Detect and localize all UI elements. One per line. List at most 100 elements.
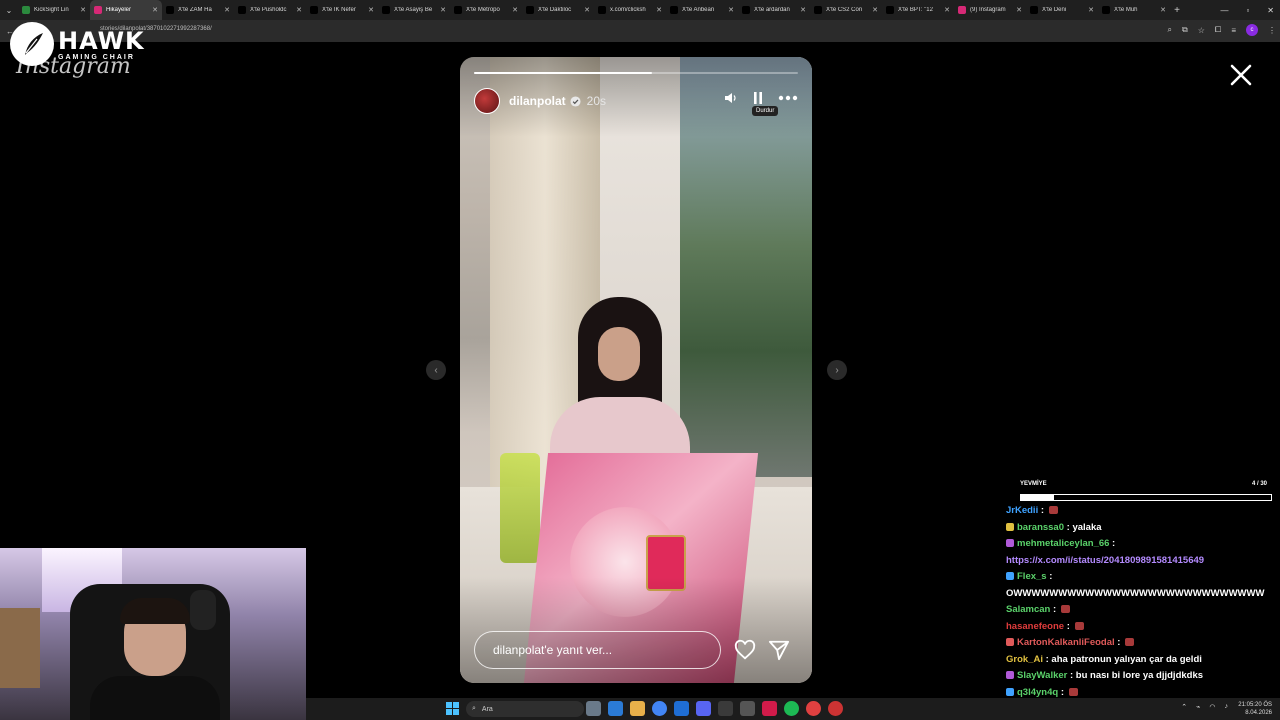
browser-tab[interactable]: X'te Deni ✕ <box>1026 0 1098 20</box>
maximize-icon[interactable]: ▫ <box>1246 6 1249 15</box>
story-progress-bar <box>474 72 798 74</box>
browser-tab[interactable]: X'te CS2 Con ✕ <box>810 0 882 20</box>
taskbar-search[interactable]: ⌕ Ara <box>466 701 584 717</box>
tab-close-icon[interactable]: ✕ <box>512 6 518 14</box>
new-tab-button[interactable]: + <box>1170 5 1184 16</box>
tab-close-icon[interactable]: ✕ <box>296 6 302 14</box>
tab-close-icon[interactable]: ✕ <box>584 6 590 14</box>
close-story-icon[interactable] <box>1228 62 1254 88</box>
browser-tab[interactable]: X'te Anbean ✕ <box>666 0 738 20</box>
wifi-icon[interactable]: ◠ <box>1209 703 1215 711</box>
chat-username[interactable]: q3l4yn4q <box>1017 687 1058 698</box>
extensions-icon[interactable]: ⧠ <box>1215 25 1221 35</box>
chat-username[interactable]: Flex_s <box>1017 571 1047 582</box>
taskbar-clock[interactable]: 21:05:20 ÖS 8.04.2026 <box>1238 701 1272 717</box>
tab-close-icon[interactable]: ✕ <box>872 6 878 14</box>
widgets-icon[interactable] <box>608 701 623 716</box>
next-story-button[interactable]: › <box>827 360 847 380</box>
browser-tab[interactable]: X'te ardardan ✕ <box>738 0 810 20</box>
browser-tab[interactable]: Hikayeler ✕ <box>90 0 162 20</box>
network-icon[interactable]: ⌁ <box>1196 703 1200 711</box>
tab-search-button[interactable]: ⌄ <box>0 0 18 20</box>
obs-icon[interactable] <box>828 701 843 716</box>
browser-tab[interactable]: X'te BPT: "12 ✕ <box>882 0 954 20</box>
story-avatar[interactable] <box>474 88 500 114</box>
chat-emote-icon <box>1048 506 1058 514</box>
tab-label: X'te BPT: "12 <box>898 7 933 13</box>
windows-start-icon[interactable] <box>446 702 459 715</box>
tab-close-icon[interactable]: ✕ <box>1016 6 1022 14</box>
chat-username[interactable]: SlayWalker <box>1017 670 1067 681</box>
browser-tab[interactable]: X'te Daktiloc ✕ <box>522 0 594 20</box>
chat-username[interactable]: JrKedii <box>1006 505 1038 516</box>
chat-username[interactable]: Grok_Ai <box>1006 654 1043 665</box>
tab-close-icon[interactable]: ✕ <box>944 6 950 14</box>
speaker-icon[interactable]: ♪ <box>1225 703 1229 711</box>
app-icon[interactable] <box>740 701 755 716</box>
tab-favicon-icon <box>22 6 30 14</box>
spotify-icon[interactable] <box>784 701 799 716</box>
browser-tab[interactable]: X'te Metropo ✕ <box>450 0 522 20</box>
browser-tab[interactable]: KickSight Lin ✕ <box>18 0 90 20</box>
like-heart-icon[interactable] <box>734 639 756 661</box>
tab-close-icon[interactable]: ✕ <box>1088 6 1094 14</box>
story-viewer[interactable]: dilanpolat 20s Durdur dilanpolat'e yanıt… <box>460 57 812 683</box>
volume-icon[interactable] <box>724 91 738 105</box>
tab-favicon-icon <box>886 6 894 14</box>
chat-message: https://x.com/i/status/20418098915814156… <box>1006 554 1204 567</box>
browser-menu-icon[interactable]: ⋮ <box>1268 26 1276 35</box>
previous-story-button[interactable]: ‹ <box>426 360 446 380</box>
tab-close-icon[interactable]: ✕ <box>800 6 806 14</box>
browser-tab[interactable]: X'te ZAM Ha ✕ <box>162 0 234 20</box>
pause-icon[interactable] <box>752 91 764 105</box>
chat-username[interactable]: hasanefeone <box>1006 621 1064 632</box>
bookmark-star-icon[interactable]: ☆ <box>1198 26 1205 35</box>
tab-close-icon[interactable]: ✕ <box>656 6 662 14</box>
more-options-icon[interactable] <box>778 95 798 101</box>
steam-icon[interactable] <box>718 701 733 716</box>
browser-tab[interactable]: X'te İK Nefer ✕ <box>306 0 378 20</box>
minimize-icon[interactable]: — <box>1220 6 1228 15</box>
tab-close-icon[interactable]: ✕ <box>80 6 86 14</box>
browser-tab[interactable]: X'te Muh ✕ <box>1098 0 1170 20</box>
browser-tab[interactable]: x.com/clicksh ✕ <box>594 0 666 20</box>
chat-message: hasanefeone : <box>1006 620 1084 633</box>
tab-close-icon[interactable]: ✕ <box>152 6 158 14</box>
tab-label: X'te ardardan <box>754 7 790 13</box>
browser-tab[interactable]: X'te Asayiş Be ✕ <box>378 0 450 20</box>
tab-close-icon[interactable]: ✕ <box>224 6 230 14</box>
tab-label: x.com/clicksh <box>610 7 646 13</box>
chat-username[interactable]: Salamcan <box>1006 604 1050 615</box>
chrome-icon[interactable] <box>652 701 667 716</box>
install-icon[interactable]: ⧉ <box>1182 25 1188 35</box>
tab-favicon-icon <box>454 6 462 14</box>
browser-tab[interactable]: X'te Pusholdc ✕ <box>234 0 306 20</box>
story-username[interactable]: dilanpolat <box>509 94 566 108</box>
chat-link[interactable]: https://x.com/i/status/20418098915814156… <box>1006 555 1204 566</box>
story-reply-input[interactable]: dilanpolat'e yanıt ver... <box>474 631 721 669</box>
chrome-alt-icon[interactable] <box>806 701 821 716</box>
tab-close-icon[interactable]: ✕ <box>1160 6 1166 14</box>
file-explorer-icon[interactable] <box>630 701 645 716</box>
edge-icon[interactable] <box>674 701 689 716</box>
chat-username[interactable]: KartonKalkanliFeodal <box>1017 637 1115 648</box>
valorant-icon[interactable] <box>762 701 777 716</box>
browser-tab[interactable]: (9) Instagram ✕ <box>954 0 1026 20</box>
chat-username[interactable]: mehmetaliceylan_66 <box>1017 538 1109 549</box>
chat-separator: : <box>1058 686 1067 698</box>
chat-username[interactable]: baranssa0 <box>1017 522 1064 533</box>
discord-icon[interactable] <box>696 701 711 716</box>
tab-close-icon[interactable]: ✕ <box>728 6 734 14</box>
tab-close-icon[interactable]: ✕ <box>440 6 446 14</box>
share-send-icon[interactable] <box>768 639 790 661</box>
address-bar-icons: ⌕ ⧉ ☆ ⧠ ≡ c ⋮ <box>1168 24 1276 36</box>
chat-badge-icon <box>1006 671 1014 679</box>
close-window-icon[interactable]: ✕ <box>1267 6 1274 15</box>
profile-avatar[interactable]: c <box>1246 24 1258 36</box>
taskview-icon[interactable] <box>586 701 601 716</box>
zoom-icon[interactable]: ⌕ <box>1168 25 1172 35</box>
tray-chevron-icon[interactable]: ⌃ <box>1181 703 1187 711</box>
media-icon[interactable]: ≡ <box>1231 26 1236 35</box>
chat-badge-icon <box>1006 539 1014 547</box>
tab-close-icon[interactable]: ✕ <box>368 6 374 14</box>
